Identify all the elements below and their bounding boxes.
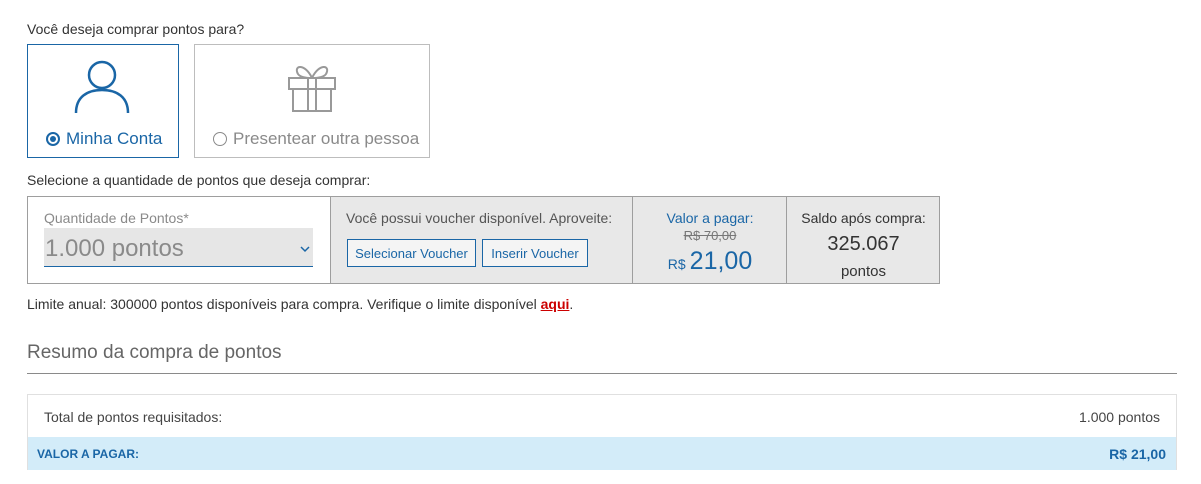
quantity-select[interactable]: 1.000 pontos (44, 228, 313, 267)
payment-currency: R$ (667, 256, 686, 272)
balance-unit: pontos (840, 263, 887, 280)
total-points-value: 1.000 pontos (1079, 409, 1160, 425)
summary-row-payment: VALOR A PAGAR: R$ 21,00 (28, 437, 1176, 470)
summary-table: Total de pontos requisitados: 1.000 pont… (27, 394, 1177, 470)
chevron-down-icon (300, 240, 310, 258)
purchase-target-question: Você deseja comprar pontos para? (27, 21, 245, 37)
user-icon (73, 57, 131, 120)
payment-cell: Valor a pagar: R$ 70,00 R$ 21,00 (632, 197, 786, 283)
annual-limit-notice: Limite anual: 300000 pontos disponíveis … (27, 296, 573, 312)
payment-amount: 21,00 (689, 247, 753, 275)
insert-voucher-button[interactable]: Inserir Voucher (482, 239, 588, 267)
balance-value: 325.067 (827, 233, 900, 255)
summary-row-total: Total de pontos requisitados: 1.000 pont… (28, 395, 1176, 437)
select-quantity-label: Selecione a quantidade de pontos que des… (27, 172, 371, 188)
quantity-value: 1.000 pontos (45, 235, 184, 262)
quantity-cell: Quantidade de Pontos* 1.000 pontos (28, 197, 330, 283)
radio-gift[interactable] (213, 132, 227, 146)
amount-due-label: VALOR A PAGAR: (37, 447, 139, 461)
payment-label: Valor a pagar: (666, 210, 754, 226)
option-gift[interactable]: Presentear outra pessoa (194, 44, 430, 158)
annual-limit-suffix: . (569, 296, 574, 312)
gift-icon (283, 57, 341, 120)
quantity-label: Quantidade de Pontos* (44, 210, 189, 226)
purchase-calculator: Quantidade de Pontos* 1.000 pontos Você … (27, 196, 940, 284)
balance-cell: Saldo após compra: 325.067 pontos (786, 197, 939, 283)
annual-limit-text: Limite anual: 300000 pontos disponíveis … (27, 296, 541, 312)
amount-due-value: R$ 21,00 (1109, 446, 1166, 462)
payment-old-price: R$ 70,00 (683, 228, 737, 243)
select-voucher-button[interactable]: Selecionar Voucher (347, 239, 476, 267)
summary-title: Resumo da compra de pontos (27, 342, 282, 363)
option-gift-label: Presentear outra pessoa (233, 129, 420, 148)
voucher-cell: Você possui voucher disponível. Aproveit… (330, 197, 632, 283)
option-my-account[interactable]: Minha Conta (27, 44, 179, 158)
total-points-label: Total de pontos requisitados: (44, 409, 223, 425)
balance-label: Saldo após compra: (801, 210, 926, 226)
summary-divider (27, 373, 1177, 374)
radio-my-account[interactable] (46, 132, 60, 146)
option-my-account-label: Minha Conta (66, 129, 163, 148)
check-limit-link[interactable]: aqui (541, 296, 570, 312)
voucher-text: Você possui voucher disponível. Aproveit… (346, 210, 613, 226)
payment-new-price: R$ 21,00 (633, 247, 787, 276)
